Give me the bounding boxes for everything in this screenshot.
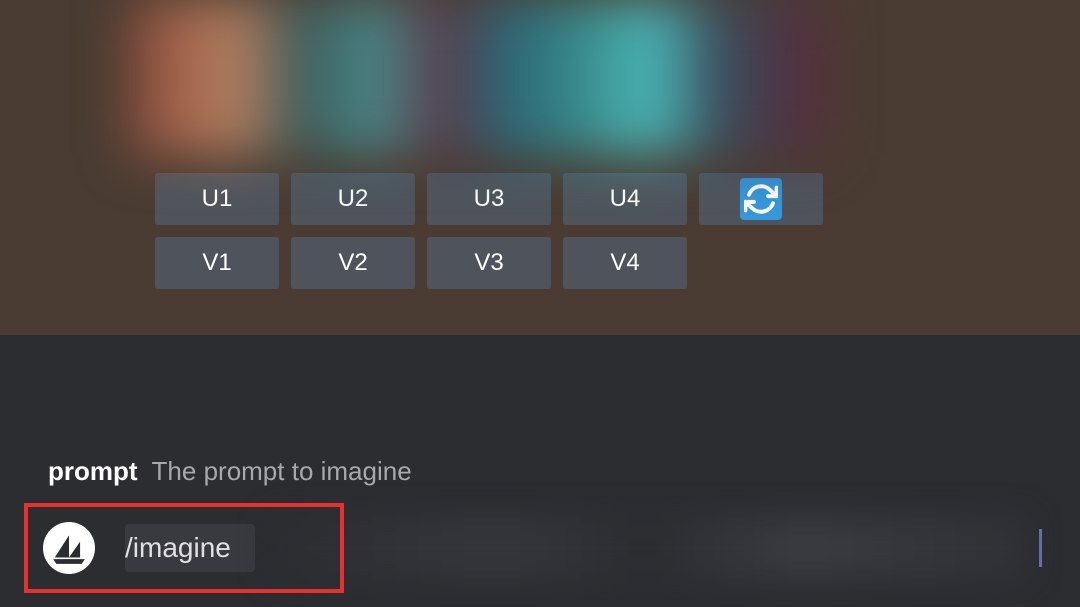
bot-avatar [43,522,95,574]
action-buttons-container: U1 U2 U3 U4 V1 V2 V3 V4 [155,173,823,289]
text-cursor [1039,529,1042,567]
variation-3-button[interactable]: V3 [427,237,551,289]
prompt-param-description: The prompt to imagine [152,456,412,487]
sailboat-icon [50,529,88,567]
command-input-panel: prompt The prompt to imagine /imagine [0,335,1080,607]
reroll-icon [740,178,782,220]
variation-4-button[interactable]: V4 [563,237,687,289]
upscale-1-button[interactable]: U1 [155,173,279,225]
command-text[interactable]: /imagine [125,524,255,572]
prompt-header: prompt The prompt to imagine [48,456,1050,487]
variation-1-button[interactable]: V1 [155,237,279,289]
prompt-input-field[interactable] [271,518,1027,578]
upscale-row: U1 U2 U3 U4 [155,173,823,225]
variation-row: V1 V2 V3 V4 [155,237,823,289]
upscale-2-button[interactable]: U2 [291,173,415,225]
upscale-3-button[interactable]: U3 [427,173,551,225]
upscale-4-button[interactable]: U4 [563,173,687,225]
message-input-row[interactable]: /imagine [48,509,1050,587]
reroll-button[interactable] [699,173,823,225]
prompt-param-name: prompt [48,456,138,487]
generated-image-preview[interactable] [130,0,825,155]
variation-2-button[interactable]: V2 [291,237,415,289]
